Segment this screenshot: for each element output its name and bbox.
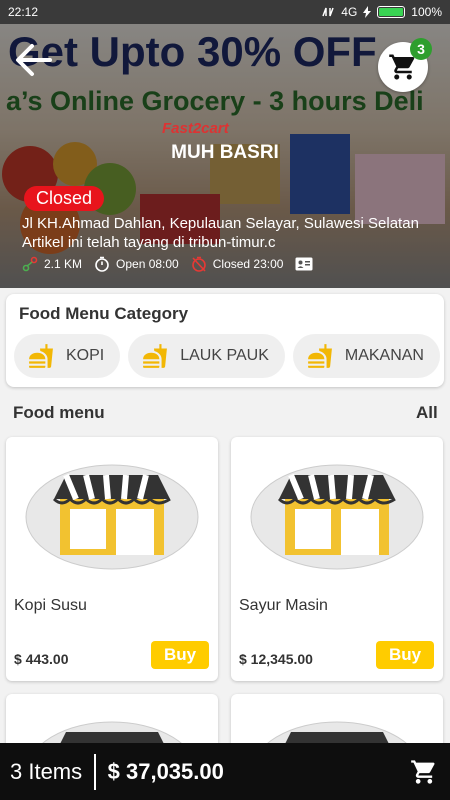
battery-icon (377, 6, 406, 18)
battery-level: 100% (411, 5, 442, 19)
product-price: $ 443.00 (14, 651, 69, 667)
cart-total: $ 37,035.00 (107, 758, 224, 784)
cart-summary-bar[interactable]: 3 Items $ 37,035.00 (0, 743, 450, 800)
store-address: Jl KH.Ahmad Dahlan, Kepulauan Selayar, S… (22, 215, 419, 232)
buy-button[interactable]: Buy (376, 641, 434, 669)
product-card[interactable]: Sayur Masin $ 12,345.00 Buy (231, 437, 443, 681)
category-chip-makanan[interactable]: MAKANAN (292, 334, 440, 378)
product-name: Sayur Masin (239, 597, 328, 614)
food-menu-title: Food menu (13, 403, 105, 422)
food-category-section: Food Menu Category KOPI LAUK PAUK MAKANA… (6, 294, 444, 387)
store-front-image (25, 464, 199, 570)
category-chip-label: KOPI (66, 347, 105, 364)
view-all-link[interactable]: All (416, 403, 438, 423)
arrow-left-icon (16, 44, 52, 76)
store-meta: 2.1 KM Open 08:00 Closed 23:00 (22, 256, 313, 272)
store-name: MUH BASRI (171, 142, 279, 163)
timer-icon (95, 256, 109, 272)
cart-button[interactable]: 3 (378, 38, 432, 92)
product-name: Kopi Susu (14, 597, 87, 614)
status-time: 22:12 (8, 5, 39, 19)
store-description: Artikel ini telah tayang di tribun-timur… (22, 234, 276, 251)
category-chip-kopi[interactable]: KOPI (14, 334, 121, 378)
store-status-badge: Closed (24, 186, 105, 211)
product-price: $ 12,345.00 (239, 651, 313, 667)
signal-icon (322, 7, 334, 17)
category-title: Food Menu Category (19, 304, 189, 323)
cart-count-badge: 3 (410, 38, 432, 60)
store-hero: Get Upto 30% OFF a’s Online Grocery - 3 … (0, 24, 450, 288)
charging-icon (363, 6, 372, 18)
fastfood-icon (29, 344, 53, 368)
distance-icon (22, 256, 38, 272)
category-chip-label: LAUK PAUK (180, 347, 269, 364)
divider (94, 753, 96, 790)
product-card[interactable]: Kopi Susu $ 443.00 Buy (6, 437, 218, 681)
timer-off-icon (191, 256, 206, 272)
buy-button[interactable]: Buy (151, 641, 209, 669)
store-logo: Fast2cart (162, 120, 229, 137)
network-type: 4G (341, 5, 358, 19)
category-chip-list[interactable]: KOPI LAUK PAUK MAKANAN (14, 334, 444, 378)
store-open-time: Open 08:00 (116, 257, 179, 271)
shopping-cart-icon[interactable] (410, 758, 438, 786)
fastfood-icon (143, 344, 168, 368)
status-bar: 22:12 4G 100% (0, 0, 450, 24)
fastfood-icon (307, 344, 332, 368)
store-front-image (250, 464, 424, 570)
category-chip-lauk-pauk[interactable]: LAUK PAUK (128, 334, 285, 378)
store-close-time: Closed 23:00 (212, 257, 284, 271)
back-button[interactable] (12, 38, 56, 82)
store-distance: 2.1 KM (44, 257, 83, 271)
category-chip-label: MAKANAN (344, 347, 424, 364)
contact-card-icon[interactable] (295, 257, 313, 271)
cart-item-count: 3 Items (10, 758, 83, 784)
